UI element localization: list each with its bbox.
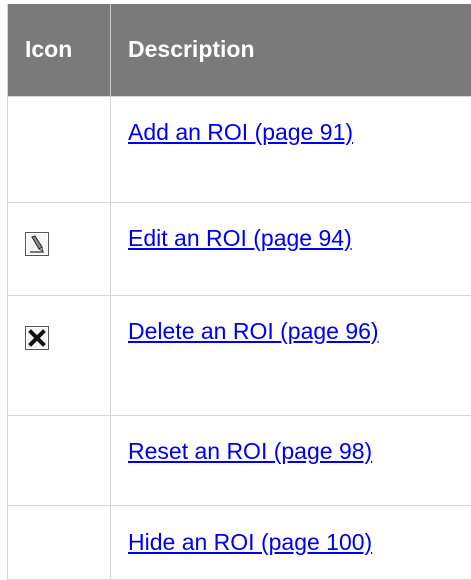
reset-roi-link[interactable]: Reset an ROI (page 98) bbox=[128, 438, 372, 464]
hide-roi-link[interactable]: Hide an ROI (page 100) bbox=[128, 529, 372, 555]
description-cell: Reset an ROI (page 98) bbox=[111, 415, 471, 505]
pencil-edit-icon bbox=[25, 232, 49, 256]
description-cell: Add an ROI (page 91) bbox=[111, 96, 471, 202]
icon-cell bbox=[8, 415, 111, 505]
icon-cell bbox=[8, 505, 111, 579]
table-row: Hide an ROI (page 100) bbox=[8, 505, 471, 579]
icon-cell bbox=[8, 295, 111, 415]
add-roi-link[interactable]: Add an ROI (page 91) bbox=[128, 119, 353, 145]
table-row: Edit an ROI (page 94) bbox=[8, 202, 471, 295]
edit-roi-link[interactable]: Edit an ROI (page 94) bbox=[128, 225, 352, 251]
table-row: Delete an ROI (page 96) bbox=[8, 295, 471, 415]
description-cell: Edit an ROI (page 94) bbox=[111, 202, 471, 295]
description-cell: Hide an ROI (page 100) bbox=[111, 505, 471, 579]
table-row: Add an ROI (page 91) bbox=[8, 96, 471, 202]
icon-cell bbox=[8, 96, 111, 202]
table-row: Reset an ROI (page 98) bbox=[8, 415, 471, 505]
delete-x-icon bbox=[25, 326, 49, 350]
icon-cell bbox=[8, 202, 111, 295]
table-header-row: Icon Description bbox=[8, 4, 471, 96]
icon-column-header: Icon bbox=[8, 4, 111, 96]
description-cell: Delete an ROI (page 96) bbox=[111, 295, 471, 415]
delete-roi-link[interactable]: Delete an ROI (page 96) bbox=[128, 318, 379, 344]
description-column-header: Description bbox=[111, 4, 471, 96]
roi-actions-table: Icon Description Add an ROI (page 91) bbox=[7, 4, 471, 580]
